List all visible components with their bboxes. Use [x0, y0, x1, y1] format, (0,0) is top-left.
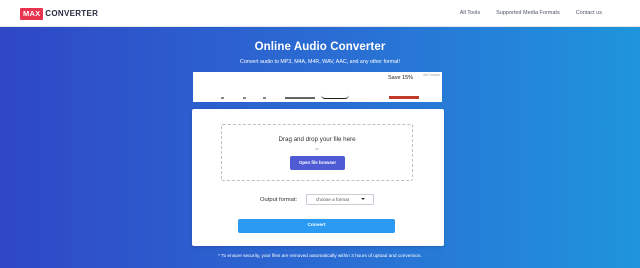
converter-card: Drag and drop your file here or Open fil… — [192, 109, 444, 246]
page-title: Online Audio Converter — [254, 41, 386, 53]
page-subtitle: Convert audio to MP3, M4A, M4R, WAV, AAC… — [240, 59, 400, 65]
security-note: * To ensure security, your files are rem… — [218, 253, 422, 258]
drop-text: Drag and drop your file here — [278, 136, 356, 143]
ad-graphic-dot — [263, 97, 266, 99]
convert-button[interactable]: Convert — [238, 219, 395, 233]
output-format-label: Output format: — [260, 197, 298, 203]
nav-link-supported-formats[interactable]: Supported Media Formats — [496, 10, 560, 16]
file-dropzone[interactable]: Drag and drop your file here or Open fil… — [221, 124, 413, 181]
ad-graphic-curve — [321, 95, 349, 99]
ad-text: Save 15% — [388, 75, 414, 81]
ad-graphic-red-bar — [389, 96, 419, 99]
or-text: or — [315, 146, 319, 151]
nav-link-all-tools[interactable]: All Tools — [460, 10, 480, 16]
navbar: MAX CONVERTER All Tools Supported Media … — [0, 0, 640, 27]
ad-graphic-dot — [221, 97, 224, 99]
nav-link-contact-us[interactable]: Contact us — [576, 10, 602, 16]
ad-banner[interactable]: AdChoices Save 15% — [193, 72, 442, 102]
chevron-down-icon — [361, 198, 365, 200]
logo[interactable]: MAX CONVERTER — [20, 7, 98, 20]
ad-choices-label[interactable]: AdChoices — [423, 73, 440, 77]
open-file-browser-button[interactable]: Open file browser — [290, 156, 345, 170]
ad-graphic-dot — [243, 97, 246, 99]
output-format-selected: choose a format — [316, 197, 349, 202]
ad-graphic-line — [285, 97, 315, 99]
logo-badge: MAX — [20, 7, 44, 20]
nav-links: All Tools Supported Media Formats Contac… — [460, 10, 602, 16]
output-format-select[interactable]: choose a format — [306, 194, 374, 205]
logo-text: CONVERTER — [45, 9, 99, 18]
